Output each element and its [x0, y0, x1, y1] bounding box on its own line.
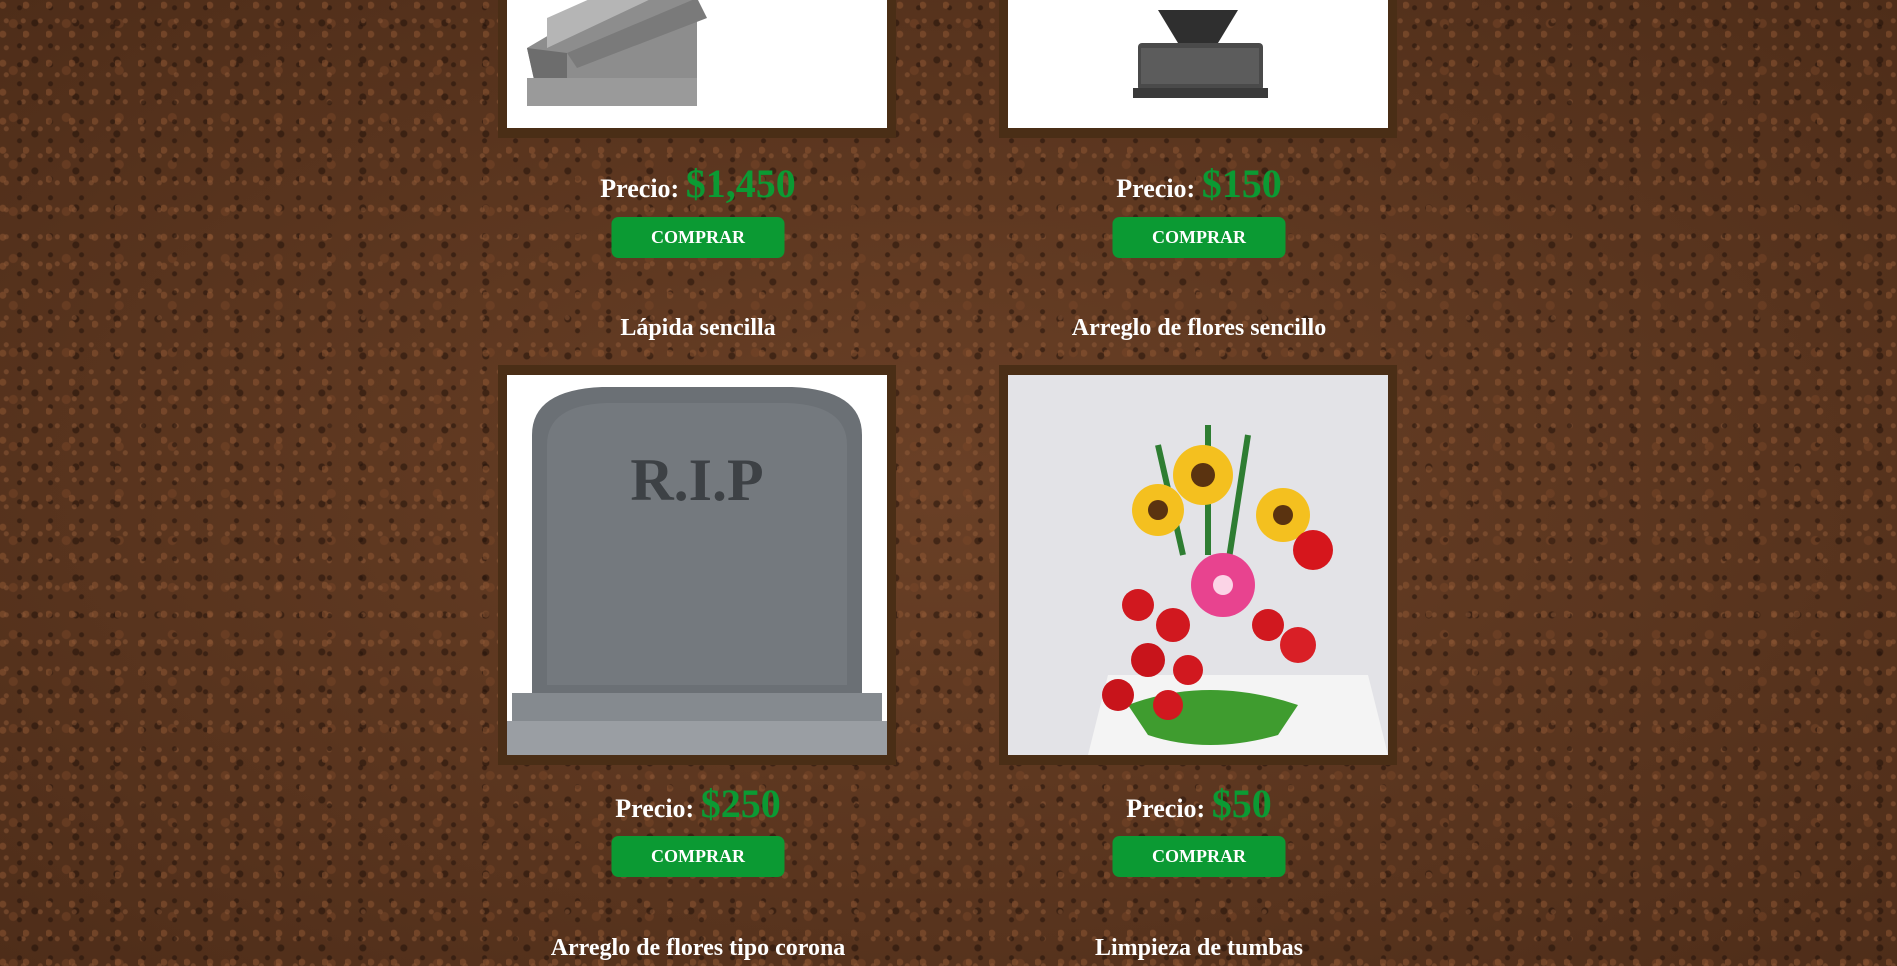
product-image-frame: [999, 365, 1397, 765]
price-label: Precio:: [615, 794, 695, 823]
product-image-frame: [999, 0, 1397, 138]
price-line: Precio: $250: [498, 780, 898, 827]
product-title: Arreglo de flores tipo corona: [550, 935, 846, 961]
coffin-image: [507, 0, 887, 128]
svg-text:R.I.P: R.I.P: [630, 447, 763, 513]
product-image-frame: R.I.P: [498, 365, 896, 765]
price-line: Precio: $50: [999, 780, 1399, 827]
price-label: Precio:: [1116, 174, 1196, 203]
price-value: $150: [1201, 161, 1282, 206]
buy-button[interactable]: COMPRAR: [1112, 836, 1286, 877]
buy-button[interactable]: COMPRAR: [611, 836, 785, 877]
buy-button[interactable]: COMPRAR: [1112, 217, 1286, 258]
price-value: $50: [1211, 781, 1272, 826]
price-label: Precio:: [600, 174, 680, 203]
product-image-frame: [498, 0, 896, 138]
price-value: $1,450: [685, 161, 796, 206]
product-title: Lápida sencilla: [620, 315, 776, 341]
price-line: Precio: $1,450: [498, 160, 898, 207]
product-title: Limpieza de tumbas: [1094, 935, 1303, 961]
price-line: Precio: $150: [999, 160, 1399, 207]
price-value: $250: [700, 781, 781, 826]
buy-button[interactable]: COMPRAR: [611, 217, 785, 258]
flower-arrangement-image: [1008, 375, 1388, 755]
price-label: Precio:: [1126, 794, 1206, 823]
product-title: Arreglo de flores sencillo: [1071, 315, 1327, 341]
urn-image: [1008, 0, 1388, 128]
tombstone-image: R.I.P: [507, 375, 887, 755]
